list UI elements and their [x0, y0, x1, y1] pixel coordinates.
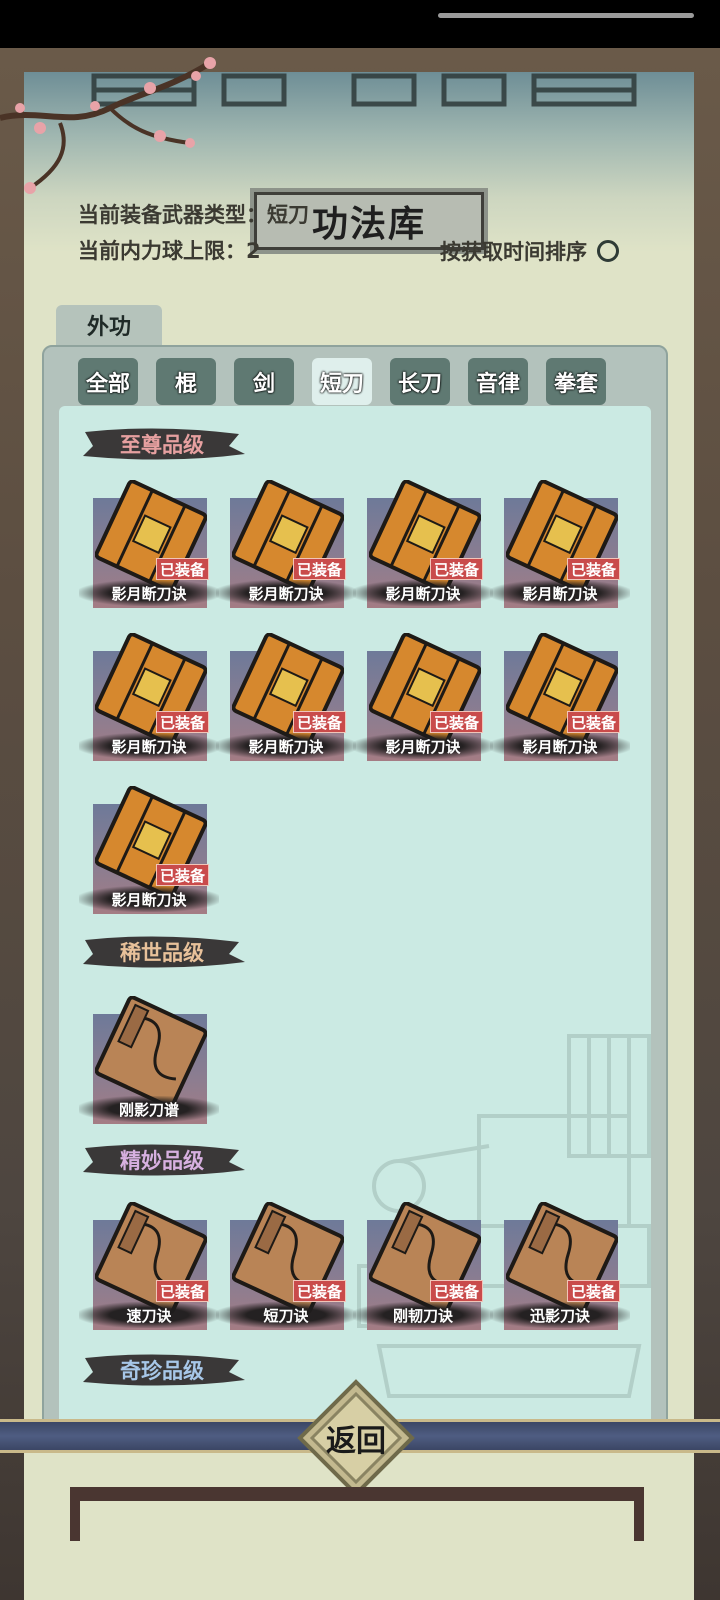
skill-item[interactable]: 已装备 速刀诀 [79, 1202, 219, 1334]
filter-short-blade[interactable]: 短刀 [312, 358, 372, 405]
sort-radio-icon[interactable] [597, 240, 619, 262]
filter-staff[interactable]: 棍 [156, 358, 216, 405]
equipped-badge: 已装备 [566, 558, 620, 580]
skill-name: 刚韧刀诀 [353, 1302, 493, 1328]
skill-name: 影月断刀诀 [79, 580, 219, 606]
sort-label: 按获取时间排序 [440, 240, 587, 264]
skill-name: 影月断刀诀 [353, 733, 493, 759]
grade-title: 精妙品级 [120, 1149, 204, 1173]
status-indicator [438, 13, 694, 18]
skill-list-area[interactable]: 至尊品级 已装备 影月断刀诀 已装备 影月断刀诀 已装备 影月断刀诀 已装备 影… [59, 406, 651, 1428]
filter-long-blade[interactable]: 长刀 [390, 358, 450, 405]
skill-name: 短刀诀 [216, 1302, 356, 1328]
status-bar [0, 0, 720, 48]
skill-item[interactable]: 已装备 短刀诀 [216, 1202, 356, 1334]
skill-item[interactable]: 已装备 刚韧刀诀 [353, 1202, 493, 1334]
back-button[interactable]: 返回 [296, 1378, 416, 1498]
skill-name: 影月断刀诀 [490, 580, 630, 606]
grade-banner-treasure: 奇珍品级 [79, 1350, 245, 1390]
skill-name: 刚影刀谱 [79, 1096, 219, 1122]
filter-all[interactable]: 全部 [78, 358, 138, 405]
equipped-badge: 已装备 [429, 1280, 483, 1302]
skill-item[interactable]: 已装备 影月断刀诀 [216, 633, 356, 765]
skill-name: 迅影刀诀 [490, 1302, 630, 1328]
skill-item[interactable]: 已装备 影月断刀诀 [490, 633, 630, 765]
grade-title: 稀世品级 [120, 941, 204, 965]
skill-item[interactable]: 刚影刀谱 [79, 996, 219, 1128]
grade-title: 奇珍品级 [120, 1359, 204, 1383]
skill-item[interactable]: 已装备 影月断刀诀 [353, 633, 493, 765]
tab-external-skills[interactable]: 外功 [56, 305, 162, 345]
skill-item[interactable]: 已装备 迅影刀诀 [490, 1202, 630, 1334]
equipped-badge: 已装备 [566, 1280, 620, 1302]
inner-power-label: 当前内力球上限：2 [78, 239, 261, 263]
skill-item[interactable]: 已装备 影月断刀诀 [79, 633, 219, 765]
equipped-badge: 已装备 [155, 1280, 209, 1302]
skill-item[interactable]: 已装备 影月断刀诀 [216, 480, 356, 612]
footer-rail [70, 1487, 644, 1501]
skill-name: 速刀诀 [79, 1302, 219, 1328]
equipped-badge: 已装备 [429, 558, 483, 580]
skill-item[interactable]: 已装备 影月断刀诀 [79, 786, 219, 918]
equipped-badge: 已装备 [155, 558, 209, 580]
grade-title: 至尊品级 [120, 433, 204, 457]
skill-name: 影月断刀诀 [490, 733, 630, 759]
page-title: 功法库 [311, 203, 426, 245]
equipped-badge: 已装备 [292, 711, 346, 733]
equipped-badge: 已装备 [155, 711, 209, 733]
skill-name: 影月断刀诀 [216, 580, 356, 606]
skill-name: 影月断刀诀 [216, 733, 356, 759]
skill-item[interactable]: 已装备 影月断刀诀 [490, 480, 630, 612]
sort-by-time-toggle[interactable]: 按获取时间排序 [440, 236, 619, 266]
footer-post-left [70, 1501, 80, 1541]
grade-banner-supreme: 至尊品级 [79, 424, 245, 464]
grade-banner-rare: 稀世品级 [79, 932, 245, 972]
equipped-badge: 已装备 [292, 1280, 346, 1302]
plum-branch-icon [0, 57, 216, 194]
filter-gauntlet[interactable]: 拳套 [546, 358, 606, 405]
skill-name: 影月断刀诀 [79, 733, 219, 759]
equipped-badge: 已装备 [155, 864, 209, 886]
skill-item[interactable]: 已装备 影月断刀诀 [353, 480, 493, 612]
scroll-manual-icon [95, 996, 207, 1108]
back-label: 返回 [326, 1424, 386, 1459]
footer-post-right [634, 1501, 644, 1541]
filter-music[interactable]: 音律 [468, 358, 528, 405]
equipped-badge: 已装备 [429, 711, 483, 733]
filter-sword[interactable]: 剑 [234, 358, 294, 405]
skill-name: 影月断刀诀 [353, 580, 493, 606]
equipped-badge: 已装备 [566, 711, 620, 733]
grade-banner-fine: 精妙品级 [79, 1140, 245, 1180]
skill-item[interactable]: 已装备 影月断刀诀 [79, 480, 219, 612]
equipped-badge: 已装备 [292, 558, 346, 580]
skill-name: 影月断刀诀 [79, 886, 219, 912]
